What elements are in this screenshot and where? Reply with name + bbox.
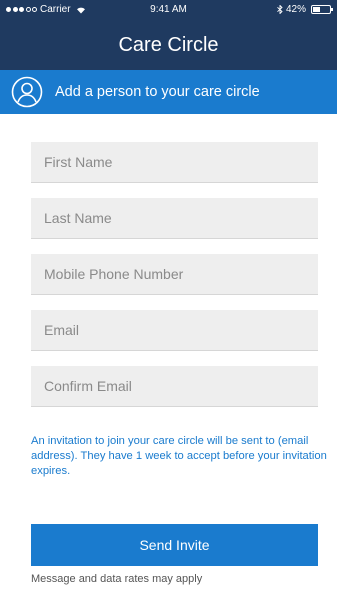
last-name-input[interactable] [31,198,318,239]
send-invite-button[interactable]: Send Invite [31,524,318,566]
status-right: 42% [277,4,333,15]
email-input[interactable] [31,310,318,351]
battery-percent: 42% [285,4,306,15]
status-bar: Carrier 9:41 AM 42% [0,0,337,20]
care-circle-screen: Carrier 9:41 AM 42% Care Circle Add a pe… [0,0,337,589]
battery-fill [313,7,320,12]
add-person-banner[interactable]: Add a person to your care circle [0,70,337,114]
person-circle-icon [11,76,43,108]
add-person-label: Add a person to your care circle [55,84,260,100]
first-name-input[interactable] [31,142,318,183]
app-header: Carrier 9:41 AM 42% Care Circle [0,0,337,70]
battery-icon [311,5,333,14]
confirm-email-input[interactable] [31,366,318,407]
add-person-form [31,142,318,422]
invitation-note: An invitation to join your care circle w… [31,435,327,477]
mobile-phone-input[interactable] [31,254,318,295]
page-title: Care Circle [118,34,219,56]
bluetooth-icon [277,5,283,14]
rates-disclaimer: Message and data rates may apply [31,573,203,585]
